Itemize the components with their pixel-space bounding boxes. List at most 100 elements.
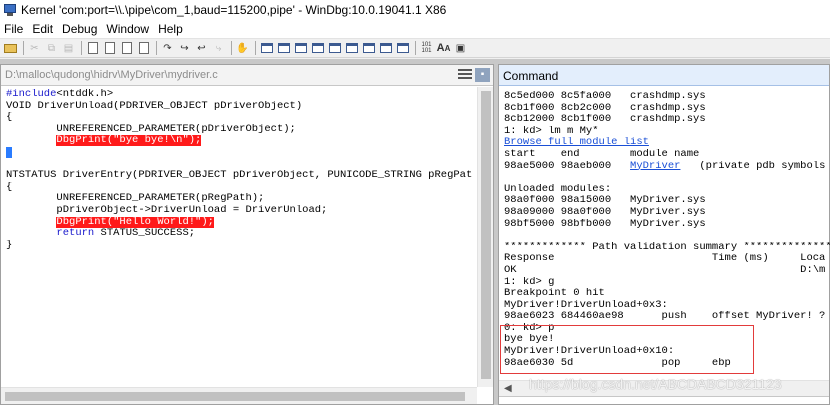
restart-icon[interactable] <box>102 41 117 55</box>
source-line[interactable]: return STATUS_SUCCESS; <box>6 228 476 240</box>
output-line: 8cb1f000 8cb2c000 crashdmp.sys <box>504 102 706 114</box>
source-window[interactable]: D:\malloc\qudong\hidrv\MyDriver\mydriver… <box>0 64 494 405</box>
step-into-icon[interactable]: ↷ <box>160 41 175 55</box>
output-line: 1: kd> g <box>504 276 555 288</box>
source-mode-icon[interactable]: 101 101 <box>419 41 434 55</box>
menu-file[interactable]: File <box>4 22 23 36</box>
source-line[interactable]: DbgPrint("Hello World!"); <box>6 216 476 229</box>
source-line[interactable]: DbgPrint("bye bye!\n"); <box>6 135 476 147</box>
source-line[interactable]: VOID DriverUnload(PDRIVER_OBJECT pDriver… <box>6 101 476 113</box>
source-line[interactable]: #include<ntddk.h> <box>6 89 476 101</box>
window-title: Kernel 'com:port=\\.\pipe\com_1,baud=115… <box>21 3 447 17</box>
keyword: return <box>56 228 95 240</box>
output-line: 1: kd> lm m My* <box>504 125 599 137</box>
output-line: 8c5ed000 8c5fa000 crashdmp.sys <box>504 91 706 102</box>
current-instruction-marker <box>6 146 12 158</box>
workspace: D:\malloc\qudong\hidrv\MyDriver\mydriver… <box>0 59 830 405</box>
processes-threads-icon[interactable] <box>395 41 410 55</box>
list-icon[interactable] <box>458 69 472 81</box>
run-to-cursor-icon[interactable]: ⤷ <box>211 41 226 55</box>
scratch-pad-icon[interactable] <box>378 41 393 55</box>
toolbar-separator <box>81 41 82 55</box>
source-line[interactable]: NTSTATUS DriverEntry(PDRIVER_OBJECT pDri… <box>6 170 476 182</box>
output-line: start end module name <box>504 148 700 160</box>
source-line[interactable]: { <box>6 112 476 124</box>
output-line: Unloaded modules: <box>504 183 612 195</box>
registers-window-icon[interactable] <box>310 41 325 55</box>
watermark: https://blog.csdn.net/ABCDABCD321123 <box>529 376 782 392</box>
font-icon[interactable]: AA <box>436 41 451 55</box>
go-icon[interactable] <box>85 41 100 55</box>
toolbar-separator <box>255 41 256 55</box>
output-line: OK D:\m <box>504 264 826 276</box>
module-link[interactable]: MyDriver <box>630 161 680 172</box>
step-out-icon[interactable]: ↩ <box>194 41 209 55</box>
menu-window[interactable]: Window <box>106 22 149 36</box>
menu-bar: File Edit Debug Window Help <box>0 20 830 38</box>
command-window-title: Command <box>503 69 559 83</box>
toolbar-separator <box>23 41 24 55</box>
options-icon[interactable]: ▣ <box>453 41 468 55</box>
output-line: 98bf5000 98bfb000 MyDriver.sys <box>504 218 706 230</box>
stop-icon[interactable] <box>119 41 134 55</box>
windbg-app-icon <box>3 3 17 17</box>
disassembly-window-icon[interactable] <box>361 41 376 55</box>
scrollbar-thumb[interactable] <box>5 392 465 401</box>
browse-module-list-link[interactable]: Browse full module list <box>504 137 649 148</box>
output-line: 98ae6023 684460ae98 push offset MyDriver… <box>504 311 826 323</box>
output-line: Response Time (ms) Loca <box>504 253 826 265</box>
menu-debug[interactable]: Debug <box>62 22 97 36</box>
break-icon[interactable] <box>136 41 151 55</box>
toolbar: ✂ ⧉ ▤ ↷ ↪ ↩ ⤷ ✋ 101 101 AA ▣ <box>0 38 830 58</box>
cut-icon[interactable]: ✂ <box>27 41 42 55</box>
source-vertical-scrollbar[interactable] <box>477 87 493 387</box>
command-window-icon[interactable] <box>259 41 274 55</box>
breakpoint-line-highlight: DbgPrint("bye bye!\n"); <box>56 135 202 147</box>
breakpoint-line-highlight: DbgPrint("Hello World!"); <box>56 216 214 228</box>
call-stack-window-icon[interactable] <box>344 41 359 55</box>
command-input[interactable] <box>499 396 829 404</box>
output-line: MyDriver!DriverUnload+0x3: <box>504 299 668 311</box>
toolbar-separator <box>156 41 157 55</box>
source-line[interactable] <box>6 146 476 159</box>
source-line[interactable]: UNREFERENCED_PARAMETER(pRegPath); <box>6 193 476 205</box>
copy-icon[interactable]: ⧉ <box>44 41 59 55</box>
output-line: Browse full module list <box>504 137 830 149</box>
output-line: 98a0f000 98a15000 MyDriver.sys <box>504 195 706 207</box>
command-window-header: Command <box>499 65 829 86</box>
menu-help[interactable]: Help <box>158 22 183 36</box>
open-folder-icon[interactable] <box>3 41 18 55</box>
title-bar: Kernel 'com:port=\\.\pipe\com_1,baud=115… <box>0 0 830 20</box>
locals-window-icon[interactable] <box>293 41 308 55</box>
scroll-left-icon[interactable]: ◀ <box>504 383 512 394</box>
step-over-icon[interactable]: ↪ <box>177 41 192 55</box>
scrollbar-thumb[interactable] <box>481 91 491 379</box>
toolbar-separator <box>415 41 416 55</box>
close-icon[interactable]: ▪ <box>475 68 490 82</box>
source-line[interactable]: { <box>6 182 476 194</box>
source-horizontal-scrollbar[interactable] <box>1 387 477 404</box>
highlight-annotation-box <box>500 325 754 374</box>
toolbar-separator <box>231 41 232 55</box>
keyword: #include <box>6 89 57 100</box>
command-window[interactable]: Command 8c5ed000 8c5fa000 crashdmp.sys 8c… <box>498 64 830 405</box>
source-file-path: D:\malloc\qudong\hidrv\MyDriver\mydriver… <box>5 69 218 81</box>
watch-window-icon[interactable] <box>276 41 291 55</box>
output-line: 8cb12000 8cb1f000 crashdmp.sys <box>504 114 706 126</box>
source-line[interactable] <box>6 159 476 171</box>
menu-edit[interactable]: Edit <box>32 22 53 36</box>
source-line[interactable]: UNREFERENCED_PARAMETER(pDriverObject); <box>6 124 476 136</box>
paste-icon[interactable]: ▤ <box>61 41 76 55</box>
output-line: 98a09000 98a0f000 MyDriver.sys <box>504 206 706 218</box>
source-line[interactable]: } <box>6 240 476 252</box>
output-line: Breakpoint 0 hit <box>504 288 605 300</box>
source-window-header: D:\malloc\qudong\hidrv\MyDriver\mydriver… <box>1 65 493 86</box>
toggle-breakpoint-icon[interactable]: ✋ <box>235 41 250 55</box>
source-line[interactable]: pDriverObject->DriverUnload = DriverUnlo… <box>6 205 476 217</box>
source-code-view[interactable]: #include<ntddk.h> VOID DriverUnload(PDRIV… <box>6 89 476 251</box>
output-line: ************* Path validation summary **… <box>504 241 830 253</box>
output-line: 98ae5000 98aeb000 MyDriver (private pdb … <box>504 160 826 172</box>
memory-window-icon[interactable] <box>327 41 342 55</box>
